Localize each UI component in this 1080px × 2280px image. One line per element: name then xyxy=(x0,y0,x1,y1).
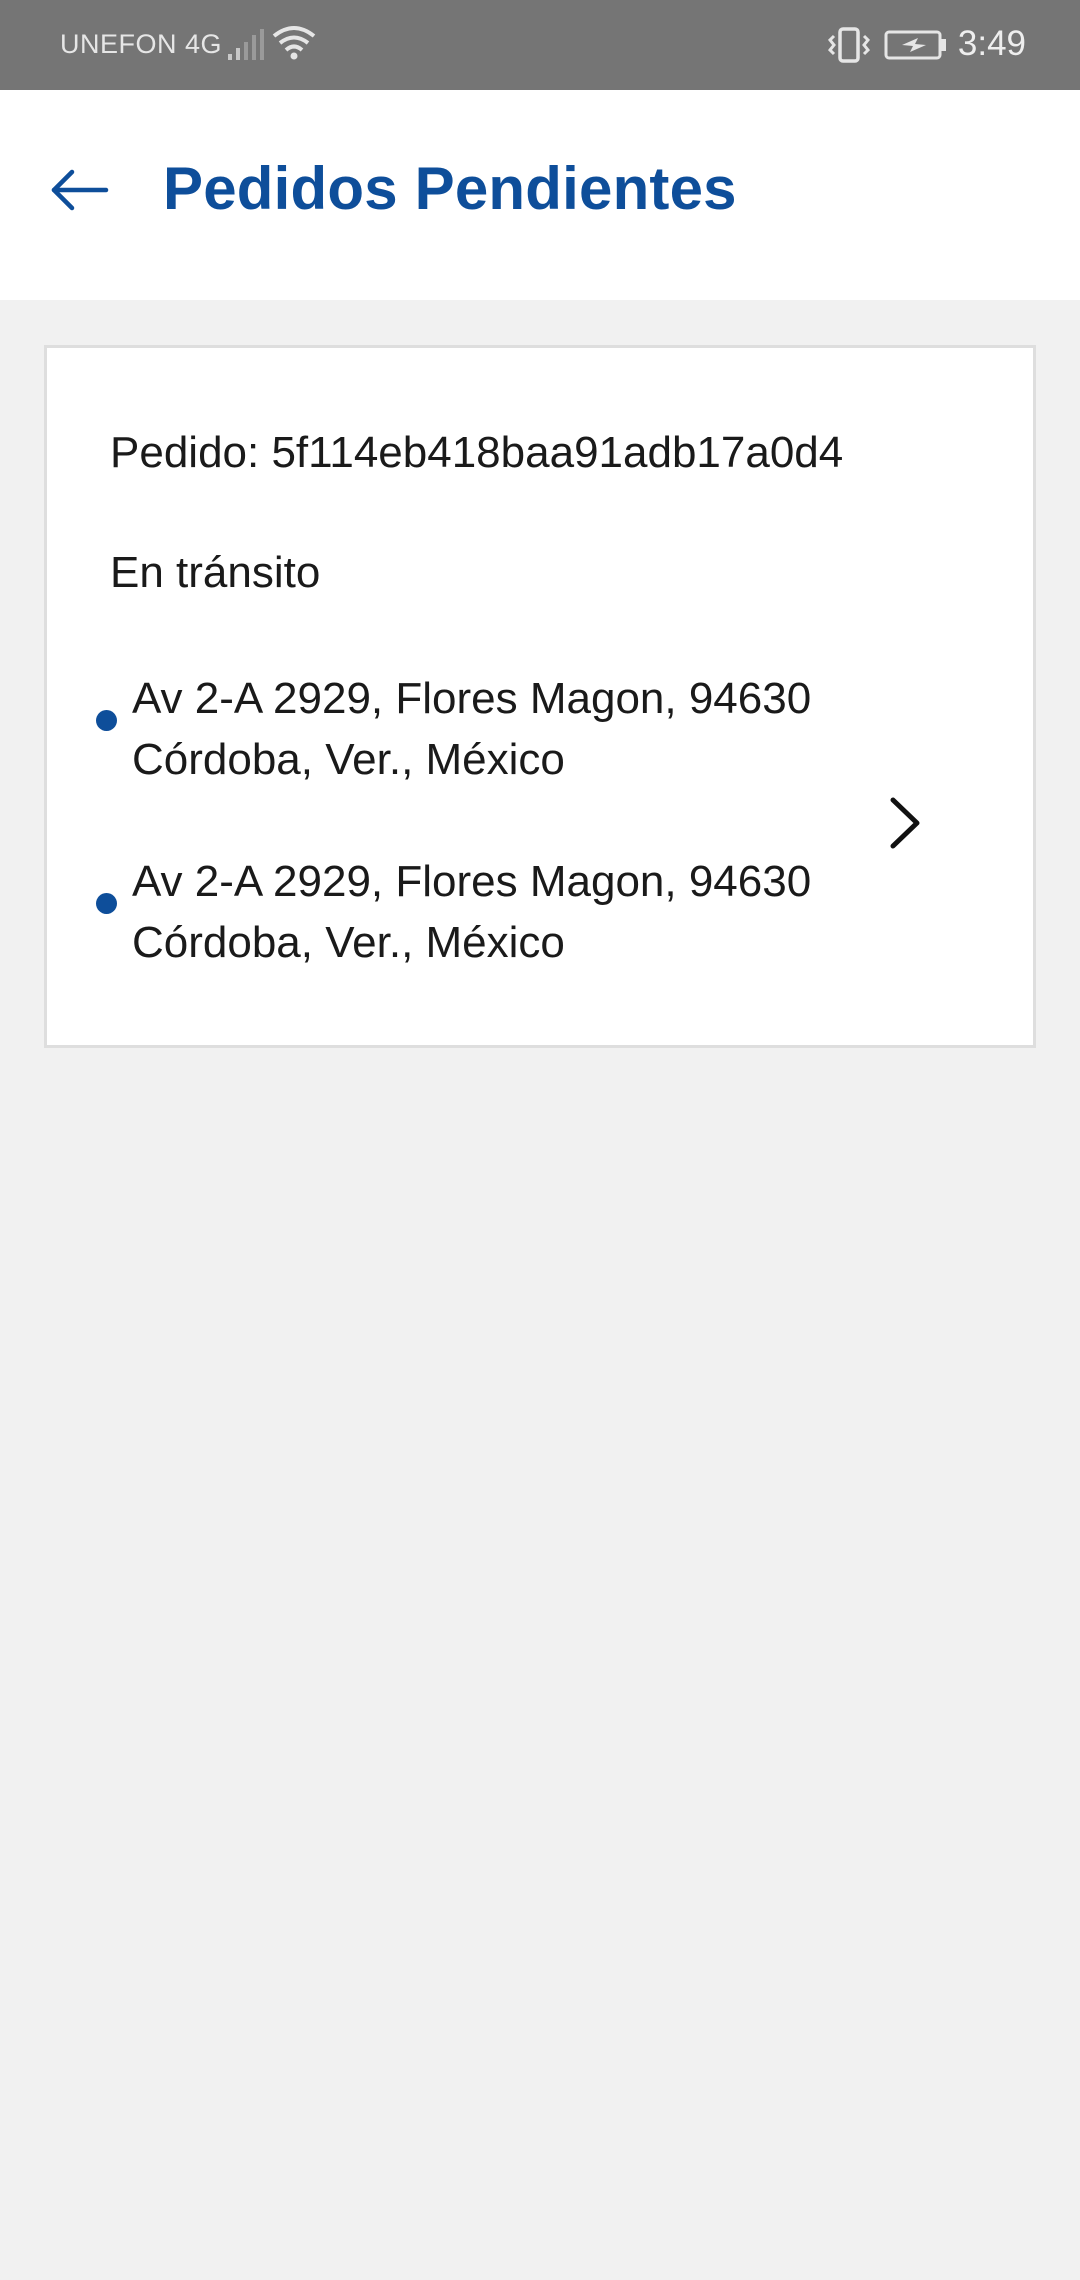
chevron-right-icon[interactable] xyxy=(877,788,933,858)
battery-charging-icon xyxy=(884,30,948,60)
page-title: Pedidos Pendientes xyxy=(163,155,737,222)
clock: 3:49 xyxy=(957,24,1026,63)
address-text: Av 2-A 2929, Flores Magon, 94630 Córdoba… xyxy=(132,851,811,973)
address-text: Av 2-A 2929, Flores Magon, 94630 Córdoba… xyxy=(132,668,811,790)
address-line1: Av 2-A 2929, Flores Magon, 94630 xyxy=(132,857,812,906)
arrow-left-icon xyxy=(51,169,109,211)
app-bar: Pedidos Pendientes xyxy=(0,90,1080,300)
back-button[interactable] xyxy=(40,150,120,230)
status-bar: UNEFON 4G 3:49 xyxy=(0,0,1080,90)
order-id: Pedido: 5f114eb418baa91adb17a0d4 xyxy=(110,428,844,477)
order-status: En tránsito xyxy=(110,548,321,597)
address-line1: Av 2-A 2929, Flores Magon, 94630 xyxy=(132,674,812,723)
address-line2: Córdoba, Ver., México xyxy=(132,918,565,967)
vibrate-icon xyxy=(826,26,872,64)
carrier-label: UNEFON 4G xyxy=(60,29,223,59)
address-line2: Córdoba, Ver., México xyxy=(132,735,565,784)
bullet-dot-icon xyxy=(96,893,117,914)
bullet-dot-icon xyxy=(96,710,117,731)
order-card[interactable]: Pedido: 5f114eb418baa91adb17a0d4 En trán… xyxy=(44,345,1036,1048)
signal-icon xyxy=(226,28,266,62)
wifi-icon xyxy=(272,24,316,62)
